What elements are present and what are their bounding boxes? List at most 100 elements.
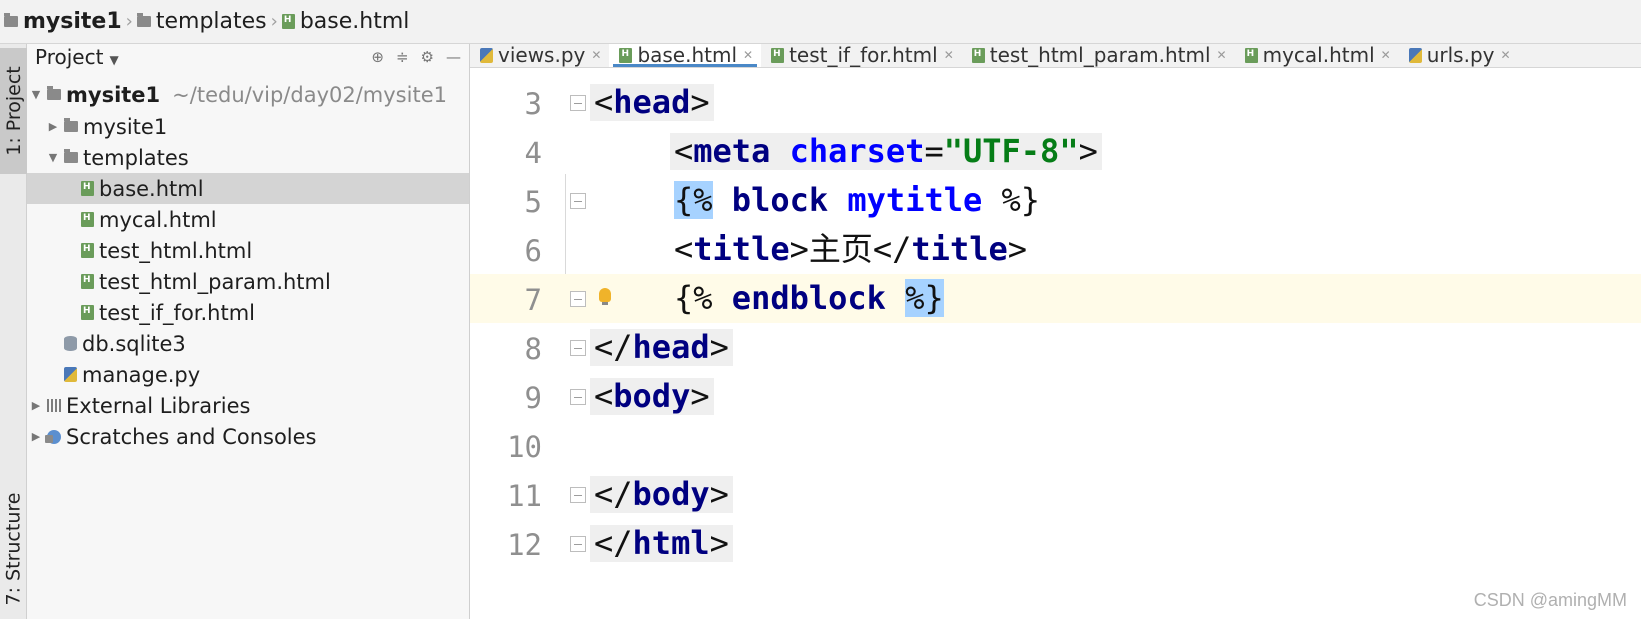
tree-item-mycal-html[interactable]: mycal.html: [27, 204, 469, 235]
html-file-icon: [81, 181, 94, 196]
folder-icon: [64, 118, 78, 132]
breadcrumb-separator-icon: ›: [270, 11, 278, 32]
folder-icon: [47, 86, 61, 100]
code-line[interactable]: 3 <head>: [470, 78, 1641, 127]
html-file-icon: [281, 14, 295, 29]
token: >: [709, 475, 729, 513]
tab-test-if-for[interactable]: test_if_for.html ✕: [761, 44, 962, 67]
token: html: [632, 524, 710, 562]
tree-item-test-html-param[interactable]: test_html_param.html: [27, 266, 469, 297]
line-number: 9: [524, 381, 542, 415]
token: body: [613, 377, 691, 415]
fold-marker-icon[interactable]: [570, 291, 586, 307]
folder-icon: [136, 13, 151, 27]
tree-item-manage-py[interactable]: manage.py: [27, 359, 469, 390]
project-view-selector[interactable]: Project ▼: [35, 45, 119, 69]
code-line[interactable]: 4 <meta charset="UTF-8">: [470, 127, 1641, 176]
project-tool-tab[interactable]: 1: Project: [0, 48, 27, 174]
close-icon[interactable]: ✕: [1217, 48, 1227, 62]
token: </: [594, 524, 633, 562]
tree-item-test-html[interactable]: test_html.html: [27, 235, 469, 266]
collapse-all-icon[interactable]: ≑: [396, 48, 409, 66]
line-number: 3: [524, 87, 542, 121]
html-file-icon: [619, 47, 633, 63]
breadcrumb-file-label: base.html: [299, 9, 410, 34]
lightbulb-icon[interactable]: [599, 288, 611, 305]
locate-file-icon[interactable]: ⊕: [371, 48, 384, 66]
breadcrumb-folder[interactable]: templates: [136, 9, 267, 34]
tree-item-db-sqlite3[interactable]: db.sqlite3: [27, 328, 469, 359]
fold-marker-icon[interactable]: [570, 193, 586, 209]
tree-item-label: templates: [83, 145, 189, 170]
code-line[interactable]: 12 </html>: [470, 519, 1641, 568]
tree-item-label: mycal.html: [99, 207, 217, 232]
fold-marker-icon[interactable]: [570, 95, 586, 111]
code-text: <head>: [590, 84, 714, 121]
code-line-current[interactable]: 7 {% endblock %}: [470, 274, 1641, 323]
token: %}: [1001, 181, 1041, 219]
tree-item-external-libraries[interactable]: ▶ External Libraries: [27, 390, 469, 421]
token: </: [594, 475, 633, 513]
code-line[interactable]: 8 </head>: [470, 323, 1641, 372]
tree-item-label: base.html: [99, 176, 204, 201]
tree-item-base-html[interactable]: base.html: [27, 173, 469, 204]
tree-item-root[interactable]: ▼ mysite1 ~/tedu/vip/day02/mysite1: [27, 79, 469, 110]
tab-label: urls.py: [1426, 44, 1495, 67]
tab-mycal-html[interactable]: mycal.html ✕: [1235, 44, 1399, 67]
code-text: {% endblock %}: [670, 279, 948, 317]
html-file-icon: [81, 274, 94, 289]
close-icon[interactable]: ✕: [743, 48, 753, 62]
tree-item-mysite1[interactable]: ▶ mysite1: [27, 111, 469, 142]
token: head: [632, 328, 710, 366]
breadcrumb-separator-icon: ›: [125, 11, 133, 32]
close-icon[interactable]: ✕: [591, 48, 601, 62]
close-icon[interactable]: ✕: [1381, 48, 1391, 62]
expanded-arrow-icon[interactable]: ▼: [46, 151, 60, 164]
token: endblock: [731, 279, 886, 317]
token: title: [911, 230, 1008, 268]
tree-item-scratches[interactable]: ▶ Scratches and Consoles: [27, 421, 469, 452]
token: {%: [674, 279, 713, 317]
line-number: 11: [507, 479, 542, 513]
fold-marker-icon[interactable]: [570, 389, 586, 405]
tree-item-templates[interactable]: ▼ templates: [27, 142, 469, 173]
fold-marker-icon[interactable]: [570, 487, 586, 503]
html-file-icon: [971, 47, 985, 63]
close-icon[interactable]: ✕: [1500, 48, 1510, 62]
code-editor[interactable]: 3 <head> 4 <meta charset="UTF-8"> 5 {% b…: [470, 68, 1641, 619]
collapsed-arrow-icon[interactable]: ▶: [29, 430, 43, 443]
expanded-arrow-icon[interactable]: ▼: [29, 88, 43, 101]
breadcrumb-root[interactable]: mysite1: [4, 9, 122, 34]
tree-item-test-if-for[interactable]: test_if_for.html: [27, 297, 469, 328]
tool-window-strip: 1: Project 7: Structure: [0, 44, 27, 619]
code-text: </html>: [590, 525, 733, 562]
token: </: [872, 230, 912, 268]
close-icon[interactable]: ✕: [944, 48, 954, 62]
tab-views-py[interactable]: views.py ✕: [470, 44, 609, 67]
code-line[interactable]: 5 {% block mytitle %}: [470, 176, 1641, 225]
code-line[interactable]: 10: [470, 421, 1641, 470]
tree-root-path: ~/tedu/vip/day02/mysite1: [172, 82, 447, 107]
scratches-icon: [45, 429, 61, 444]
code-text: </head>: [590, 329, 733, 366]
structure-tool-tab[interactable]: 7: Structure: [0, 484, 27, 614]
collapsed-arrow-icon[interactable]: ▶: [29, 399, 43, 412]
python-file-icon: [480, 47, 493, 63]
fold-marker-icon[interactable]: [570, 340, 586, 356]
token: mytitle: [847, 181, 983, 219]
fold-marker-icon[interactable]: [570, 536, 586, 552]
tab-label: views.py: [498, 44, 586, 67]
breadcrumb-folder-label: templates: [155, 9, 267, 34]
tab-test-html-param[interactable]: test_html_param.html ✕: [962, 44, 1235, 67]
code-line[interactable]: 6 <title>主页</title>: [470, 225, 1641, 274]
tab-urls-py[interactable]: urls.py ✕: [1399, 44, 1519, 67]
breadcrumb-file[interactable]: base.html: [281, 9, 410, 34]
hide-panel-icon[interactable]: —: [446, 48, 461, 66]
code-line[interactable]: 9 <body>: [470, 372, 1641, 421]
tab-base-html[interactable]: base.html ✕: [609, 44, 762, 67]
collapsed-arrow-icon[interactable]: ▶: [46, 120, 60, 133]
code-line[interactable]: 11 </body>: [470, 470, 1641, 519]
gear-icon[interactable]: ⚙: [421, 48, 434, 66]
